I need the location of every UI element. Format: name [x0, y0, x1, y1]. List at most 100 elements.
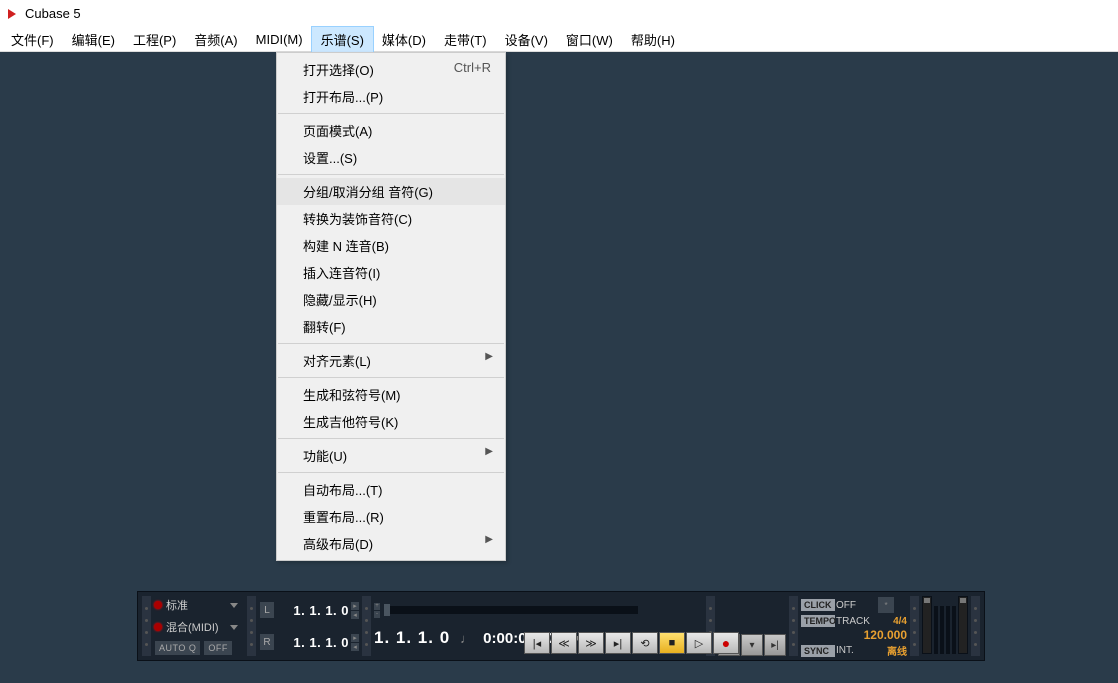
- menu-item-6[interactable]: 媒体(D): [373, 27, 435, 52]
- menu-separator: [278, 438, 504, 439]
- cycle-mode-row[interactable]: 混合(MIDI): [154, 618, 244, 636]
- play-button[interactable]: ▷: [686, 632, 712, 654]
- submenu-arrow-icon: ▶: [485, 351, 493, 362]
- bpm-value[interactable]: 120.000: [801, 628, 907, 642]
- level-meters: [922, 596, 968, 654]
- menu-item-0[interactable]: 文件(F): [2, 27, 63, 52]
- meter-bar: [946, 606, 950, 654]
- menu-separator: [278, 377, 504, 378]
- menu-item-9[interactable]: 窗口(W): [557, 27, 622, 52]
- goto-start-button[interactable]: |◂: [524, 632, 550, 654]
- chevron-down-icon: [230, 625, 238, 630]
- record-mode-label: 标准: [166, 597, 226, 613]
- record-mode-row[interactable]: 标准: [154, 596, 244, 614]
- menu-item-2[interactable]: 工程(P): [124, 27, 185, 52]
- grip-handle[interactable]: [247, 596, 256, 656]
- goto-end-button[interactable]: ▸|: [605, 632, 631, 654]
- menu-entry[interactable]: 自动布局...(T): [277, 476, 505, 503]
- note-icon: ♩: [460, 631, 473, 646]
- menu-item-4[interactable]: MIDI(M): [247, 29, 312, 50]
- menu-bar: 文件(F)编辑(E)工程(P)音频(A)MIDI(M)乐谱(S)媒体(D)走带(…: [0, 27, 1118, 52]
- grip-handle[interactable]: [971, 596, 980, 656]
- precount-button[interactable]: *: [877, 596, 895, 614]
- grip-handle[interactable]: [142, 596, 151, 656]
- menu-entry[interactable]: 打开选择(O)Ctrl+R: [277, 56, 505, 83]
- time-signature[interactable]: 4/4: [877, 616, 907, 627]
- menu-entry[interactable]: 重置布局...(R): [277, 503, 505, 530]
- menu-entry[interactable]: 打开布局...(P): [277, 83, 505, 110]
- menu-entry[interactable]: 转换为装饰音符(C): [277, 205, 505, 232]
- stop-button[interactable]: ■: [659, 632, 685, 654]
- menu-entry[interactable]: 构建 N 连音(B): [277, 232, 505, 259]
- right-locator-button[interactable]: R: [259, 633, 275, 651]
- menu-separator: [278, 343, 504, 344]
- show-markers-button[interactable]: ▾: [741, 634, 763, 656]
- marker-in-icon[interactable]: ▸: [351, 634, 359, 642]
- submenu-arrow-icon: ▶: [485, 534, 493, 545]
- click-label[interactable]: CLICK: [801, 599, 835, 611]
- marker-in-icon[interactable]: ▸: [351, 602, 359, 610]
- menu-entry[interactable]: 翻转(F): [277, 313, 505, 340]
- menu-entry[interactable]: 页面模式(A): [277, 117, 505, 144]
- menu-separator: [278, 472, 504, 473]
- marker-out-icon[interactable]: ◂: [351, 611, 359, 619]
- menu-entry[interactable]: 分组/取消分组 音符(G): [277, 178, 505, 205]
- forward-button[interactable]: ≫: [578, 632, 604, 654]
- marker-out-icon[interactable]: ◂: [351, 643, 359, 651]
- score-menu-dropdown: 打开选择(O)Ctrl+R打开布局...(P) 页面模式(A)设置...(S) 分组…: [276, 52, 506, 561]
- submenu-arrow-icon: ▶: [485, 446, 493, 457]
- chevron-down-icon: [230, 603, 238, 608]
- menu-entry[interactable]: 插入连音符(I): [277, 259, 505, 286]
- tempo-label[interactable]: TEMPO: [801, 615, 835, 627]
- meter-bar: [952, 606, 956, 654]
- menu-item-10[interactable]: 帮助(H): [622, 27, 684, 52]
- primary-time-display[interactable]: 1. 1. 1. 0: [374, 628, 450, 648]
- grip-handle[interactable]: [789, 596, 798, 656]
- right-locator-pos[interactable]: 1. 1. 1. 0: [277, 635, 349, 650]
- nudge-down-icon[interactable]: -: [374, 611, 380, 618]
- input-level-slider[interactable]: [922, 596, 932, 654]
- menu-item-5[interactable]: 乐谱(S): [312, 27, 373, 52]
- menu-item-1[interactable]: 编辑(E): [63, 27, 124, 52]
- led-icon: [154, 623, 162, 631]
- grip-handle[interactable]: [362, 596, 371, 656]
- menu-entry[interactable]: 功能(U)▶: [277, 442, 505, 469]
- meter-bar: [934, 606, 938, 654]
- menu-entry[interactable]: 设置...(S): [277, 144, 505, 171]
- output-level-slider[interactable]: [958, 596, 968, 654]
- app-icon: [5, 7, 19, 21]
- tempo-info: CLICK OFF * TEMPO TRACK 4/4 120.000 SYNC…: [801, 596, 907, 656]
- menu-entry[interactable]: 高级布局(D)▶: [277, 530, 505, 557]
- tempo-value[interactable]: TRACK: [836, 616, 876, 627]
- led-icon: [154, 601, 162, 609]
- meter-bar: [940, 606, 944, 654]
- menu-item-8[interactable]: 设备(V): [496, 27, 557, 52]
- rewind-button[interactable]: ≪: [551, 632, 577, 654]
- shortcut-label: Ctrl+R: [454, 60, 491, 75]
- position-slider[interactable]: [384, 606, 638, 614]
- grip-handle[interactable]: [910, 596, 919, 656]
- transport-panel: 标准 混合(MIDI) AUTO Q OFF L 1. 1. 1. 0 ▸◂ R…: [137, 591, 985, 661]
- menu-entry[interactable]: 隐藏/显示(H): [277, 286, 505, 313]
- autoq-button[interactable]: AUTO Q: [154, 640, 201, 656]
- autoq-off-button[interactable]: OFF: [203, 640, 233, 656]
- left-locator-pos[interactable]: 1. 1. 1. 0: [277, 603, 349, 618]
- record-button[interactable]: ●: [713, 632, 739, 654]
- menu-entry[interactable]: 对齐元素(L)▶: [277, 347, 505, 374]
- menu-item-3[interactable]: 音频(A): [185, 27, 246, 52]
- app-title: Cubase 5: [25, 6, 81, 21]
- click-value[interactable]: OFF: [836, 600, 876, 611]
- menu-separator: [278, 174, 504, 175]
- sync-value[interactable]: INT.: [836, 645, 876, 656]
- menu-entry[interactable]: 生成吉他符号(K): [277, 408, 505, 435]
- sync-label[interactable]: SYNC: [801, 645, 835, 657]
- title-bar: Cubase 5: [0, 0, 1118, 27]
- workspace: [0, 52, 1118, 683]
- nudge-up-icon[interactable]: +: [374, 603, 380, 610]
- menu-entry[interactable]: 生成和弦符号(M): [277, 381, 505, 408]
- left-locator-button[interactable]: L: [259, 601, 275, 619]
- next-marker-button[interactable]: ▸|: [764, 634, 786, 656]
- menu-item-7[interactable]: 走带(T): [435, 27, 496, 52]
- cycle-button[interactable]: ⟲: [632, 632, 658, 654]
- cycle-mode-label: 混合(MIDI): [166, 619, 226, 635]
